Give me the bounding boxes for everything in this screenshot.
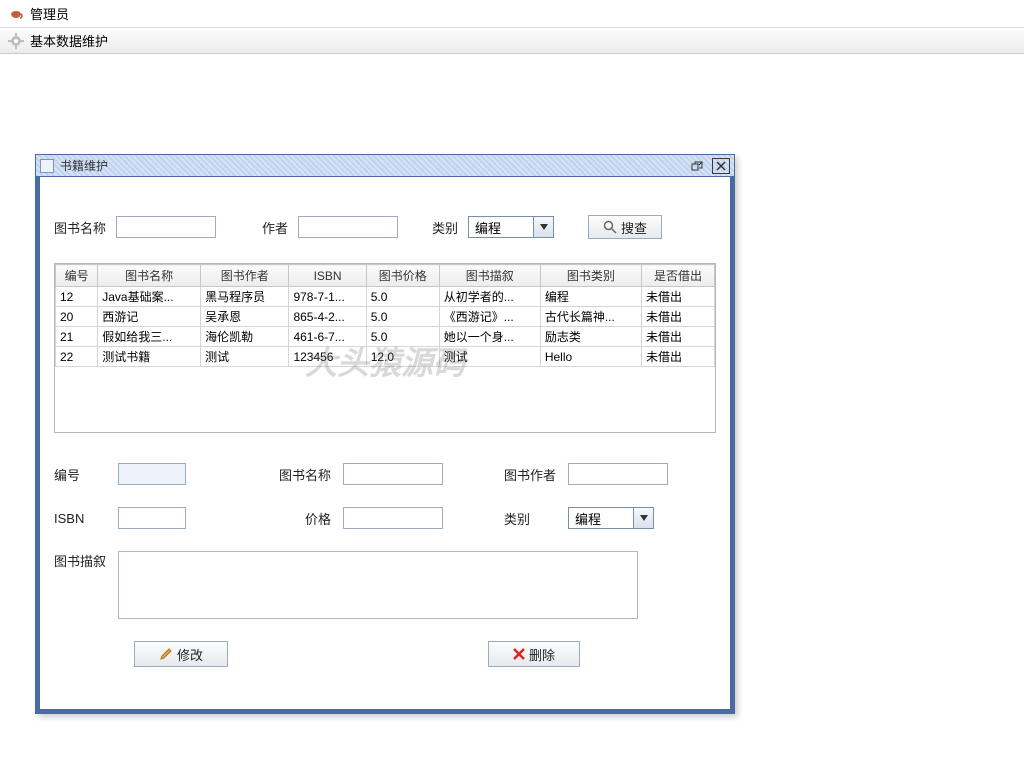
search-row: 图书名称 作者 类别 编程 (54, 215, 716, 239)
table-cell[interactable]: Hello (540, 347, 641, 367)
col-price[interactable]: 图书价格 (366, 265, 439, 287)
col-isbn[interactable]: ISBN (289, 265, 366, 287)
col-name[interactable]: 图书名称 (98, 265, 201, 287)
search-name-input[interactable] (116, 216, 216, 238)
table-cell[interactable]: 123456 (289, 347, 366, 367)
action-buttons: 修改 删除 (54, 641, 716, 667)
window-title: 管理员 (30, 4, 69, 23)
form-price-input[interactable] (343, 507, 443, 529)
col-id[interactable]: 编号 (56, 265, 98, 287)
pencil-icon (159, 647, 173, 661)
table-cell[interactable]: 海伦凯勒 (201, 327, 289, 347)
search-button[interactable]: 搜查 (588, 215, 662, 239)
form-id-input[interactable] (118, 463, 186, 485)
col-author[interactable]: 图书作者 (201, 265, 289, 287)
table-cell[interactable]: Java基础案... (98, 287, 201, 307)
frame-title: 书籍维护 (60, 157, 108, 174)
internal-frame-titlebar: 书籍维护 (36, 155, 734, 177)
form-desc-textarea[interactable] (118, 551, 638, 619)
chevron-down-icon (633, 508, 653, 528)
search-icon (603, 220, 617, 234)
table-cell[interactable]: 未借出 (641, 307, 714, 327)
table-cell[interactable]: 励志类 (540, 327, 641, 347)
col-borrow[interactable]: 是否借出 (641, 265, 714, 287)
form-name-input[interactable] (343, 463, 443, 485)
table-cell[interactable]: 吴承恩 (201, 307, 289, 327)
form-category-label: 类别 (504, 509, 556, 528)
search-button-label: 搜查 (621, 218, 647, 237)
maximize-button[interactable] (688, 158, 706, 174)
x-icon (513, 648, 525, 660)
table-header-row: 编号 图书名称 图书作者 ISBN 图书价格 图书描叙 图书类别 是否借出 (56, 265, 715, 287)
table-cell[interactable]: 22 (56, 347, 98, 367)
internal-frame-books: 书籍维护 图书名称 作者 类别 (35, 154, 735, 714)
table-cell[interactable]: 她以一个身... (439, 327, 540, 347)
form-desc-label: 图书描叙 (54, 551, 118, 570)
table-cell[interactable]: 5.0 (366, 307, 439, 327)
form-name-label: 图书名称 (279, 465, 331, 484)
table-cell[interactable]: 黑马程序员 (201, 287, 289, 307)
form-id-label: 编号 (54, 465, 106, 484)
window-titlebar: 管理员 (0, 0, 1024, 27)
delete-button[interactable]: 删除 (488, 641, 580, 667)
form-author-input[interactable] (568, 463, 668, 485)
search-author-label: 作者 (262, 218, 288, 237)
menu-item-basic-data[interactable]: 基本数据维护 (30, 31, 108, 50)
table-row[interactable]: 22测试书籍测试12345612.0测试Hello未借出 (56, 347, 715, 367)
search-category-combo[interactable]: 编程 (468, 216, 554, 238)
form-category-value: 编程 (575, 509, 633, 528)
col-category[interactable]: 图书类别 (540, 265, 641, 287)
table-cell[interactable]: 461-6-7... (289, 327, 366, 347)
close-button[interactable] (712, 158, 730, 174)
search-category-value: 编程 (475, 218, 533, 237)
table-cell[interactable]: 865-4-2... (289, 307, 366, 327)
table-cell[interactable]: 假如给我三... (98, 327, 201, 347)
menu-bar: 基本数据维护 (0, 27, 1024, 54)
table-cell[interactable]: 5.0 (366, 327, 439, 347)
modify-button[interactable]: 修改 (134, 641, 228, 667)
form-isbn-label: ISBN (54, 511, 106, 526)
delete-button-label: 删除 (529, 645, 555, 664)
search-author-input[interactable] (298, 216, 398, 238)
books-table-wrap: 编号 图书名称 图书作者 ISBN 图书价格 图书描叙 图书类别 是否借出 12… (54, 263, 716, 433)
modify-button-label: 修改 (177, 645, 203, 664)
gear-icon (8, 33, 24, 49)
table-cell[interactable]: 21 (56, 327, 98, 347)
form-price-label: 价格 (279, 509, 331, 528)
edit-form: 编号 图书名称 图书作者 (54, 463, 716, 619)
form-category-combo[interactable]: 编程 (568, 507, 654, 529)
table-cell[interactable]: 未借出 (641, 287, 714, 307)
table-cell[interactable]: 未借出 (641, 327, 714, 347)
table-cell[interactable]: 12.0 (366, 347, 439, 367)
desktop-pane: 书籍维护 图书名称 作者 类别 (0, 54, 1024, 714)
table-cell[interactable]: 测试 (201, 347, 289, 367)
table-cell[interactable]: 测试 (439, 347, 540, 367)
search-category-label: 类别 (432, 218, 458, 237)
table-cell[interactable]: 《西游记》... (439, 307, 540, 327)
table-cell[interactable]: 未借出 (641, 347, 714, 367)
table-cell[interactable]: 12 (56, 287, 98, 307)
table-cell[interactable]: 古代长篇神... (540, 307, 641, 327)
table-cell[interactable]: 编程 (540, 287, 641, 307)
table-row[interactable]: 21假如给我三...海伦凯勒461-6-7...5.0她以一个身...励志类未借… (56, 327, 715, 347)
books-table[interactable]: 编号 图书名称 图书作者 ISBN 图书价格 图书描叙 图书类别 是否借出 12… (55, 264, 715, 367)
table-cell[interactable]: 978-7-1... (289, 287, 366, 307)
table-cell[interactable]: 从初学者的... (439, 287, 540, 307)
table-row[interactable]: 20西游记吴承恩865-4-2...5.0《西游记》...古代长篇神...未借出 (56, 307, 715, 327)
table-cell[interactable]: 测试书籍 (98, 347, 201, 367)
frame-icon (40, 159, 54, 173)
java-coffee-icon (8, 6, 24, 22)
form-isbn-input[interactable] (118, 507, 186, 529)
form-author-label: 图书作者 (504, 465, 556, 484)
table-cell[interactable]: 西游记 (98, 307, 201, 327)
chevron-down-icon (533, 217, 553, 237)
table-row[interactable]: 12Java基础案...黑马程序员978-7-1...5.0从初学者的...编程… (56, 287, 715, 307)
col-desc[interactable]: 图书描叙 (439, 265, 540, 287)
table-cell[interactable]: 5.0 (366, 287, 439, 307)
search-name-label: 图书名称 (54, 218, 106, 237)
table-cell[interactable]: 20 (56, 307, 98, 327)
